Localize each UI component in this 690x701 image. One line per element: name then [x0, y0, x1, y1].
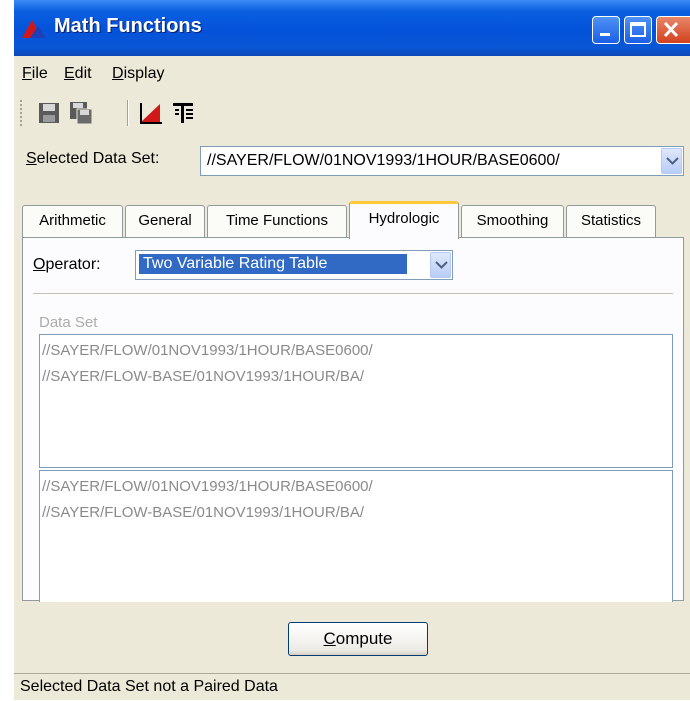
menu-display[interactable]: Display: [112, 65, 164, 83]
minimize-button[interactable]: [592, 16, 620, 44]
data-set-list-2[interactable]: //SAYER/FLOW/01NOV1993/1HOUR/BASE0600/ /…: [39, 470, 673, 602]
chevron-down-icon: [666, 157, 679, 165]
menu-file[interactable]: File: [22, 65, 48, 83]
tab-general[interactable]: General: [125, 205, 205, 237]
panel-divider: [33, 293, 673, 294]
toolbar-separator: [127, 100, 129, 126]
menu-edit[interactable]: Edit: [64, 65, 92, 83]
math-functions-window: Math Functions File Edit Display Selecte…: [14, 0, 690, 700]
operator-dropdown-button[interactable]: [430, 252, 451, 278]
data-set-list-1[interactable]: //SAYER/FLOW/01NOV1993/1HOUR/BASE0600/ /…: [39, 334, 673, 468]
tab-time-functions[interactable]: Time Functions: [207, 205, 347, 237]
list-item[interactable]: //SAYER/FLOW-BASE/01NOV1993/1HOUR/BA/: [42, 368, 364, 385]
title-bar[interactable]: Math Functions: [14, 0, 690, 56]
list-item[interactable]: //SAYER/FLOW-BASE/01NOV1993/1HOUR/BA/: [42, 504, 364, 521]
selected-data-set-dropdown-button[interactable]: [661, 148, 682, 174]
data-set-label: Data Set: [39, 314, 98, 331]
close-icon: [663, 21, 679, 38]
operator-value: Two Variable Rating Table: [139, 254, 407, 274]
tab-arithmetic[interactable]: Arithmetic: [22, 205, 123, 237]
toolbar-grip[interactable]: [20, 100, 26, 126]
minimize-icon: [600, 33, 610, 36]
status-text: Selected Data Set not a Paired Data: [20, 678, 278, 695]
operator-combo[interactable]: Two Variable Rating Table: [135, 250, 453, 280]
tab-smoothing[interactable]: Smoothing: [461, 205, 564, 237]
app-icon: [22, 20, 46, 38]
toolbar: [14, 92, 690, 142]
save-as-icon[interactable]: [68, 100, 94, 126]
tab-hydrologic[interactable]: Hydrologic: [349, 201, 459, 239]
compute-button[interactable]: Compute: [288, 622, 428, 656]
tab-statistics[interactable]: Statistics: [566, 205, 656, 237]
window-title: Math Functions: [54, 15, 202, 37]
status-bar: Selected Data Set not a Paired Data: [14, 673, 690, 701]
selected-data-set-label: Selected Data Set:: [26, 150, 160, 167]
menu-bar: File Edit Display: [14, 58, 690, 88]
selected-data-set-value: //SAYER/FLOW/01NOV1993/1HOUR/BASE0600/: [207, 152, 560, 169]
maximize-icon: [630, 22, 646, 37]
list-item[interactable]: //SAYER/FLOW/01NOV1993/1HOUR/BASE0600/: [42, 478, 373, 495]
save-icon[interactable]: [36, 100, 62, 126]
operator-label: Operator:: [33, 256, 101, 273]
maximize-button[interactable]: [624, 16, 652, 44]
close-button[interactable]: [656, 16, 690, 44]
hydrologic-panel: Operator: Two Variable Rating Table Data…: [22, 237, 684, 602]
plot-icon[interactable]: [138, 100, 164, 126]
selected-data-set-combo[interactable]: //SAYER/FLOW/01NOV1993/1HOUR/BASE0600/: [200, 146, 684, 176]
tabulate-icon[interactable]: [170, 100, 196, 126]
function-tabs: Arithmetic General Time Functions Hydrol…: [22, 201, 682, 239]
chevron-down-icon: [435, 261, 448, 269]
list-item[interactable]: //SAYER/FLOW/01NOV1993/1HOUR/BASE0600/: [42, 342, 373, 359]
